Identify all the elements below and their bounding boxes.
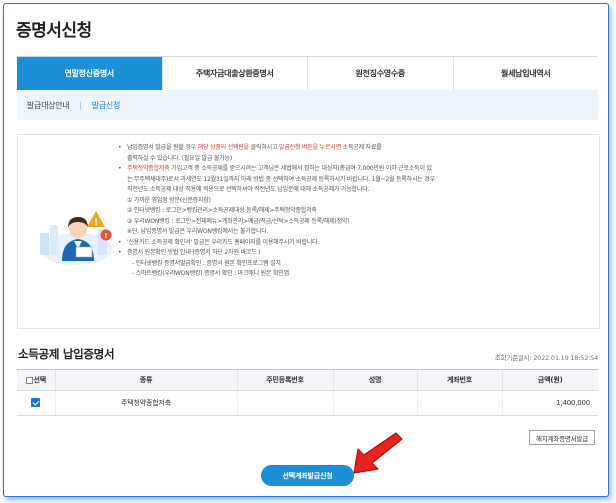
notice-item: 출력하실 수 있습니다. (필요일 발급 불가능) xyxy=(127,154,232,162)
notice-item: 직전년도 소득공제 대상 적용에 적용으로 선택하셔야 직전년도 납입분에 대해… xyxy=(127,186,370,193)
notice-item: ② 인터넷뱅킹 : 로그인>뱅킹관리>소득공제대상 등록/해제>주택청약종합저축 xyxy=(127,207,317,214)
header-select: 선택 xyxy=(17,369,55,391)
sub-navigation: 발급대상안내 | 발급신청 xyxy=(17,90,598,120)
notice-item: 증명서 원본확인 방법 안내 (증명서 하단 2차원 바코드 ) xyxy=(118,248,593,259)
row-kind: 주택청약종합저축 xyxy=(54,390,237,416)
notice-item: 는 무주택세대주)로서 과세연도 12월31일까지 아래 방법 중 선택하여 소… xyxy=(127,175,435,183)
svg-text:!: ! xyxy=(94,218,98,228)
notice-item: - 스마트뱅킹(우리WON뱅킹) 증명서 확인 : 마크애니 원본 확인앱 xyxy=(132,270,289,277)
svg-text:!: ! xyxy=(104,232,107,240)
select-all-checkbox[interactable] xyxy=(25,376,33,384)
notice-item: ※단, 납입증명서 발급은 우리WON뱅킹에서는 불가합니다. xyxy=(127,228,269,235)
subnav-issue-request[interactable]: 발급신청 xyxy=(82,100,130,111)
header-account: 계좌번호 xyxy=(416,369,502,391)
header-name: 성명 xyxy=(332,369,417,391)
row-select-cell xyxy=(17,390,55,416)
header-kind: 종류 xyxy=(54,369,237,391)
tab-year-end-cert[interactable]: 연말정산증명서 xyxy=(17,57,162,90)
notice-item: - 인터넷뱅킹 증명서발급확인 : 증명서 원본 확인프로그램 설치 xyxy=(132,259,281,267)
table-row: 주택청약종합저축 1,400,000 xyxy=(17,390,598,416)
notice-item: ① 가까운 영업점 방문(신분증지참) xyxy=(127,196,211,204)
row-name xyxy=(332,390,417,416)
header-resident-no: 주민등록번호 xyxy=(236,369,333,391)
notice-item: 납입증명서 발급을 원할 경우 해당 상품의 선택란을 클릭하시고 발급신청 버… xyxy=(118,143,593,154)
issue-selected-button[interactable]: 선택계좌발급신청 xyxy=(261,465,354,486)
header-amount: 금액(원) xyxy=(501,369,598,391)
tab-bar: 연말정산증명서 주택자금대출상환증명서 원천징수영수증 월세납입내역서 xyxy=(17,56,598,91)
row-account xyxy=(416,390,502,416)
tab-withholding-receipt[interactable]: 원천징수영수증 xyxy=(307,57,453,90)
notice-list: 납입증명서 발급을 원할 경우 해당 상품의 선택란을 클릭하시고 발급신청 버… xyxy=(118,143,593,280)
section-title: 소득공제 납입증명서 xyxy=(18,347,115,361)
query-timestamp: 조회기준일시: 2022.01.19 18:52:54 xyxy=(494,354,598,362)
certificate-table: 선택 종류 주민등록번호 성명 계좌번호 금액(원) 주택청약종합저축 1,40… xyxy=(17,369,598,416)
page-title: 증명서신청 xyxy=(16,21,92,41)
row-amount: 1,400,000 xyxy=(501,390,598,416)
row-checkbox[interactable] xyxy=(31,397,41,407)
tab-rent-payment[interactable]: 월세납입내역서 xyxy=(452,57,599,90)
red-arrow-icon xyxy=(353,432,403,474)
notice-item: '신용카드 소득공제 확인서' 발급은 우리카드 홈페이지를 이용해주시기 바랍… xyxy=(118,238,593,249)
cancelled-account-cert-button[interactable]: 해지계좌증명서발급 xyxy=(528,430,595,445)
header-select-label: 선택 xyxy=(33,376,47,384)
subnav-issue-target-guide[interactable]: 발급대상안내 xyxy=(17,100,79,111)
staff-illustration: ! ! xyxy=(40,211,112,265)
notice-item: 주택청약종합저축 가입고객 중 소득공제를 받으시려는 고객님은 세법에서 정하… xyxy=(118,164,593,175)
notice-item: ③ 우리WON뱅킹 : 로그인>전체메뉴>계좌관리>예금/적금/신탁>소득공제 … xyxy=(127,217,350,225)
notice-box: ! ! 납입증명서 발급을 원할 경우 해당 상품의 선택란을 클릭하시고 발급… xyxy=(17,134,600,329)
row-resident-no xyxy=(236,390,333,416)
window-frame: 증명서신청 연말정산증명서 주택자금대출상환증명서 원천징수영수증 월세납입내역… xyxy=(3,3,609,497)
tab-housing-loan-cert[interactable]: 주택자금대출상환증명서 xyxy=(161,57,308,90)
table-header-row: 선택 종류 주민등록번호 성명 계좌번호 금액(원) xyxy=(17,369,598,391)
